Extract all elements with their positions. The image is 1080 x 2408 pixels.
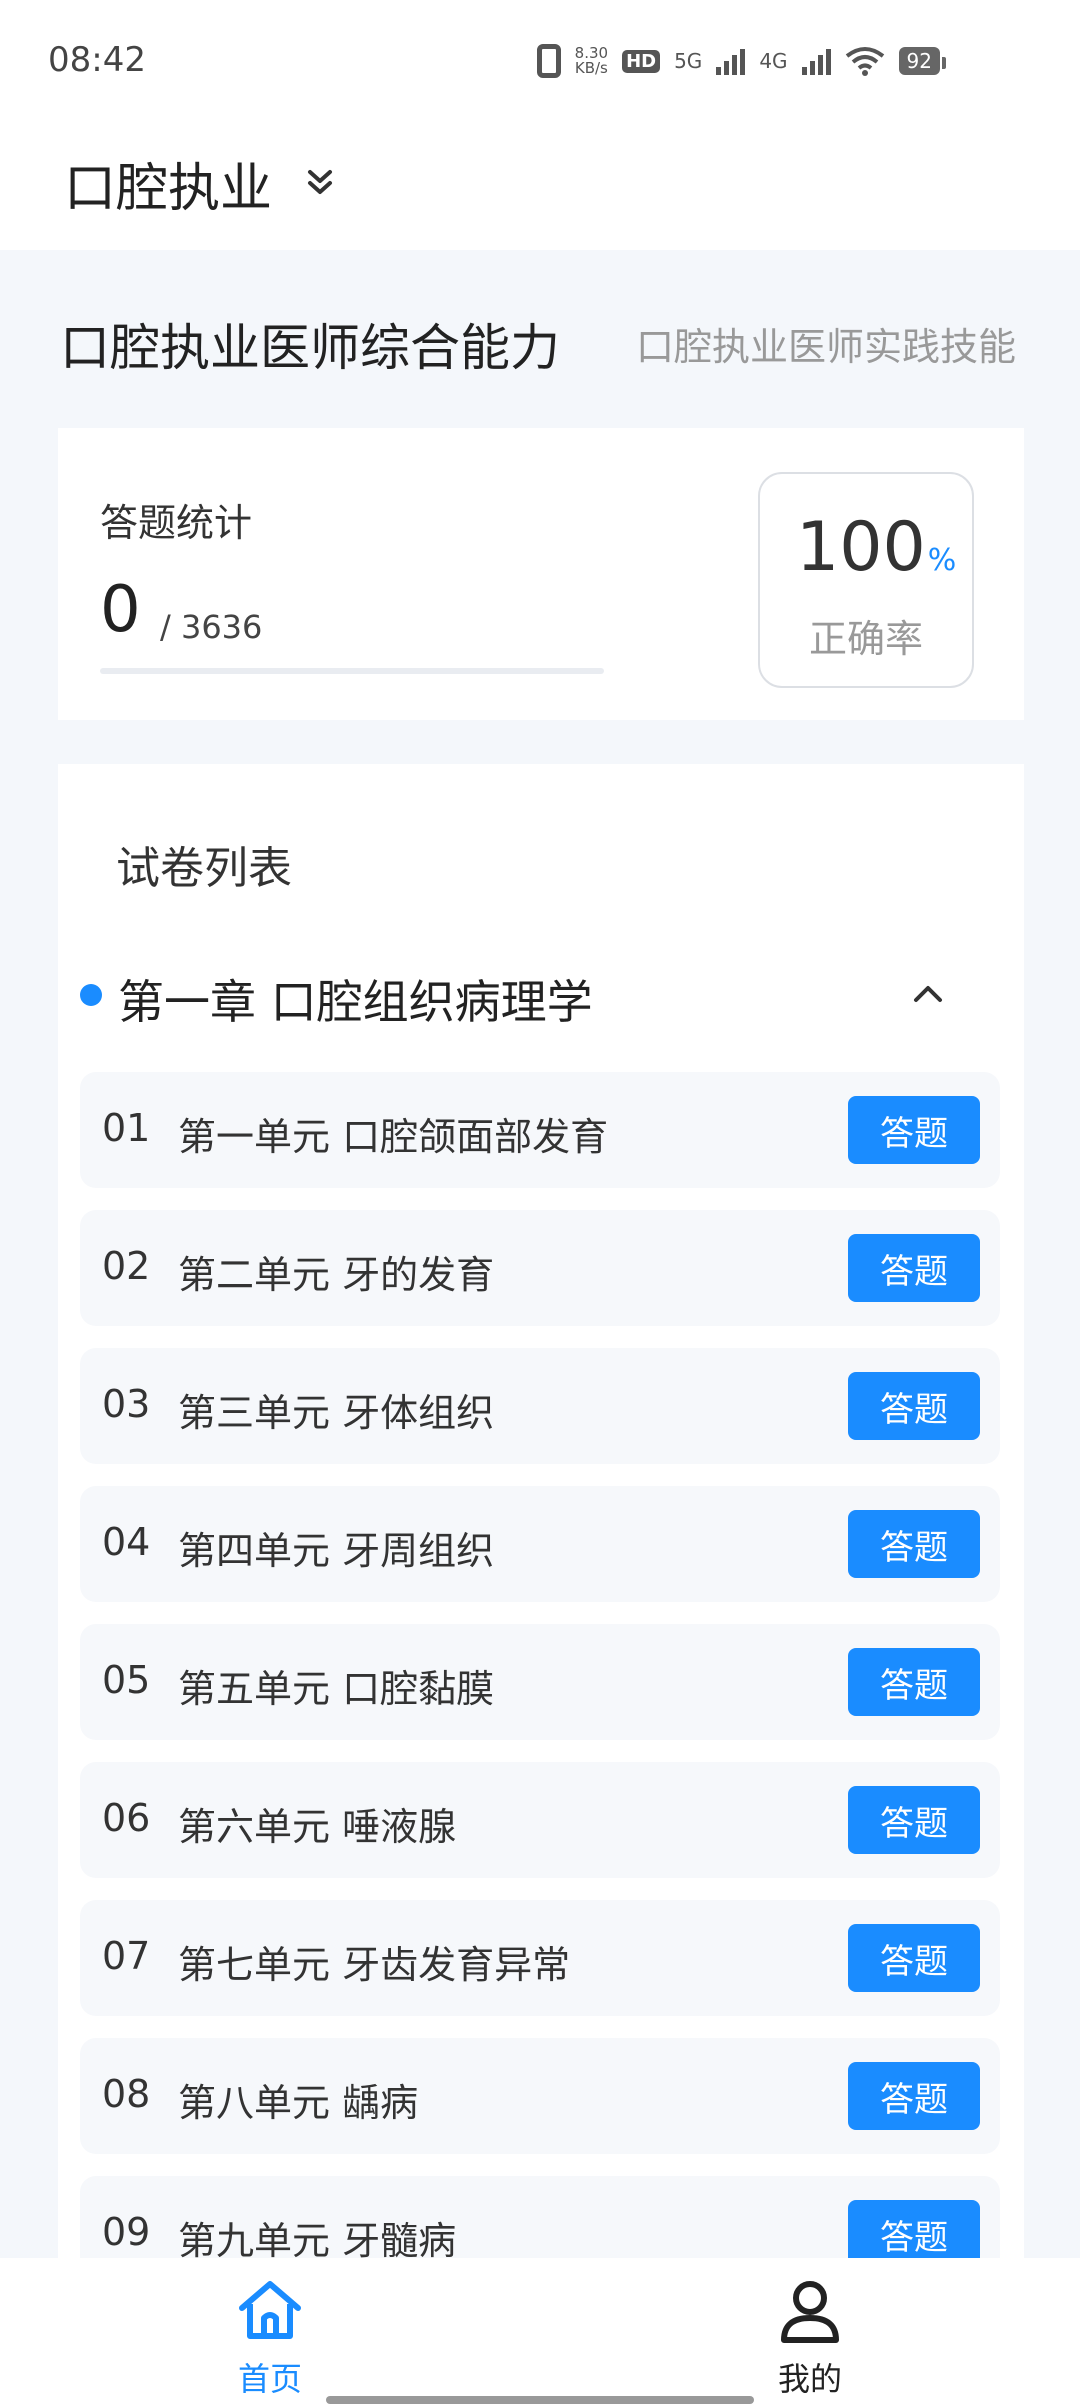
answer-button[interactable]: 答题 — [848, 2200, 980, 2264]
answer-button[interactable]: 答题 — [848, 1648, 980, 1716]
signal-icon — [801, 47, 831, 75]
chapter-dot-icon — [80, 984, 102, 1006]
paper-list-card: 试卷列表 第一章 口腔组织病理学 01 第一单元 口腔颌面部发育 答题 02 第二单元 … — [58, 764, 1024, 2264]
unit-list-item[interactable]: 07 第七单元 牙齿发育异常 答题 — [80, 1900, 1000, 2016]
unit-name: 第一单元 口腔颌面部发育 — [178, 1115, 609, 1159]
unit-list-item[interactable]: 05 第五单元 口腔黏膜 答题 — [80, 1624, 1000, 1740]
chapter-title: 第一章 口腔组织病理学 — [118, 975, 593, 1029]
unit-name: 第二单元 牙的发育 — [178, 1253, 495, 1297]
progress-bar — [100, 668, 604, 674]
unit-list-item[interactable]: 09 第九单元 牙髓病 答题 — [80, 2176, 1000, 2264]
answer-button[interactable]: 答题 — [848, 1510, 980, 1578]
unit-list-item[interactable]: 08 第八单元 龋病 答题 — [80, 2038, 1000, 2154]
unit-name: 第四单元 牙周组织 — [178, 1529, 495, 1573]
signal-icon — [716, 47, 746, 75]
nav-home-label: 首页 — [237, 2360, 302, 2398]
unit-name: 第九单元 牙髓病 — [178, 2219, 457, 2263]
nav-home[interactable]: 首页 — [200, 2258, 340, 2408]
answer-button[interactable]: 答题 — [848, 1924, 980, 1992]
unit-list-item[interactable]: 03 第三单元 牙体组织 答题 — [80, 1348, 1000, 1464]
network-speed-unit: KB/s — [574, 59, 608, 77]
nav-mine-label: 我的 — [777, 2360, 842, 2398]
user-icon — [781, 2281, 839, 2343]
unit-list: 01 第一单元 口腔颌面部发育 答题 02 第二单元 牙的发育 答题 03 第三单元 牙体组织… — [80, 1072, 1000, 2264]
status-bar: 08:42 8.30 KB/s HD 5G 4G 92 — [0, 0, 1080, 120]
answer-button[interactable]: 答题 — [848, 2062, 980, 2130]
hd-icon: HD — [622, 49, 661, 73]
unit-list-item[interactable]: 01 第一单元 口腔颌面部发育 答题 — [80, 1072, 1000, 1188]
unit-name: 第三单元 牙体组织 — [178, 1391, 495, 1435]
battery-icon: 92 — [898, 47, 947, 75]
answer-button[interactable]: 答题 — [848, 1234, 980, 1302]
unit-name: 第六单元 唾液腺 — [178, 1805, 457, 1849]
unit-list-item[interactable]: 02 第二单元 牙的发育 答题 — [80, 1210, 1000, 1326]
nav-mine[interactable]: 我的 — [740, 2258, 880, 2408]
home-indicator — [326, 2396, 754, 2404]
stats-card: 答题统计 0 / 3636 100% 正确率 — [58, 428, 1024, 720]
total-count: / 3636 — [160, 608, 263, 646]
unit-number: 02 — [102, 1244, 151, 1288]
paper-list-title: 试卷列表 — [116, 843, 292, 894]
unit-number: 01 — [102, 1106, 151, 1150]
double-chevron-down-icon[interactable] — [300, 162, 340, 202]
answered-count: 0 — [100, 573, 141, 647]
bottom-nav: 首页 我的 — [0, 2258, 1080, 2408]
vibrate-icon — [536, 44, 561, 78]
chevron-up-icon[interactable] — [908, 974, 948, 1014]
app-header: 口腔执业 — [0, 120, 1080, 250]
network-speed: 8.30 KB/s — [575, 46, 608, 76]
home-icon — [239, 2281, 301, 2339]
unit-number: 05 — [102, 1658, 151, 1702]
unit-name: 第七单元 牙齿发育异常 — [178, 1943, 571, 1987]
sim1-label: 5G — [674, 49, 703, 73]
unit-number: 09 — [102, 2210, 151, 2254]
exam-category-title[interactable]: 口腔执业 — [64, 146, 272, 221]
tab-practical-skills[interactable]: 口腔执业医师实践技能 — [636, 316, 1024, 371]
chapter-header[interactable]: 第一章 口腔组织病理学 — [58, 944, 1024, 1044]
answer-button[interactable]: 答题 — [848, 1372, 980, 1440]
accuracy-unit: % — [927, 543, 957, 578]
answer-button[interactable]: 答题 — [848, 1096, 980, 1164]
accuracy-label: 正确率 — [808, 617, 923, 661]
accuracy-box: 100% 正确率 — [758, 472, 974, 688]
wifi-icon — [845, 47, 884, 76]
accuracy-number: 100 — [796, 508, 926, 587]
status-time: 08:42 — [48, 40, 146, 80]
unit-number: 08 — [102, 2072, 151, 2116]
sim2-label: 4G — [759, 49, 788, 73]
stats-title: 答题统计 — [100, 501, 253, 545]
answer-button[interactable]: 答题 — [848, 1786, 980, 1854]
unit-name: 第八单元 龋病 — [178, 2081, 419, 2125]
unit-list-item[interactable]: 04 第四单元 牙周组织 答题 — [80, 1486, 1000, 1602]
tab-comprehensive[interactable]: 口腔执业医师综合能力 — [60, 308, 560, 380]
status-icons: 8.30 KB/s HD 5G 4G 92 — [536, 44, 947, 78]
unit-number: 03 — [102, 1382, 151, 1426]
unit-number: 04 — [102, 1520, 151, 1564]
unit-list-item[interactable]: 06 第六单元 唾液腺 答题 — [80, 1762, 1000, 1878]
subject-tabs: 口腔执业医师综合能力 口腔执业医师实践技能 — [0, 250, 1080, 420]
unit-number: 07 — [102, 1934, 151, 1978]
unit-number: 06 — [102, 1796, 151, 1840]
accuracy-value: 100% — [796, 508, 956, 587]
unit-name: 第五单元 口腔黏膜 — [178, 1667, 495, 1711]
